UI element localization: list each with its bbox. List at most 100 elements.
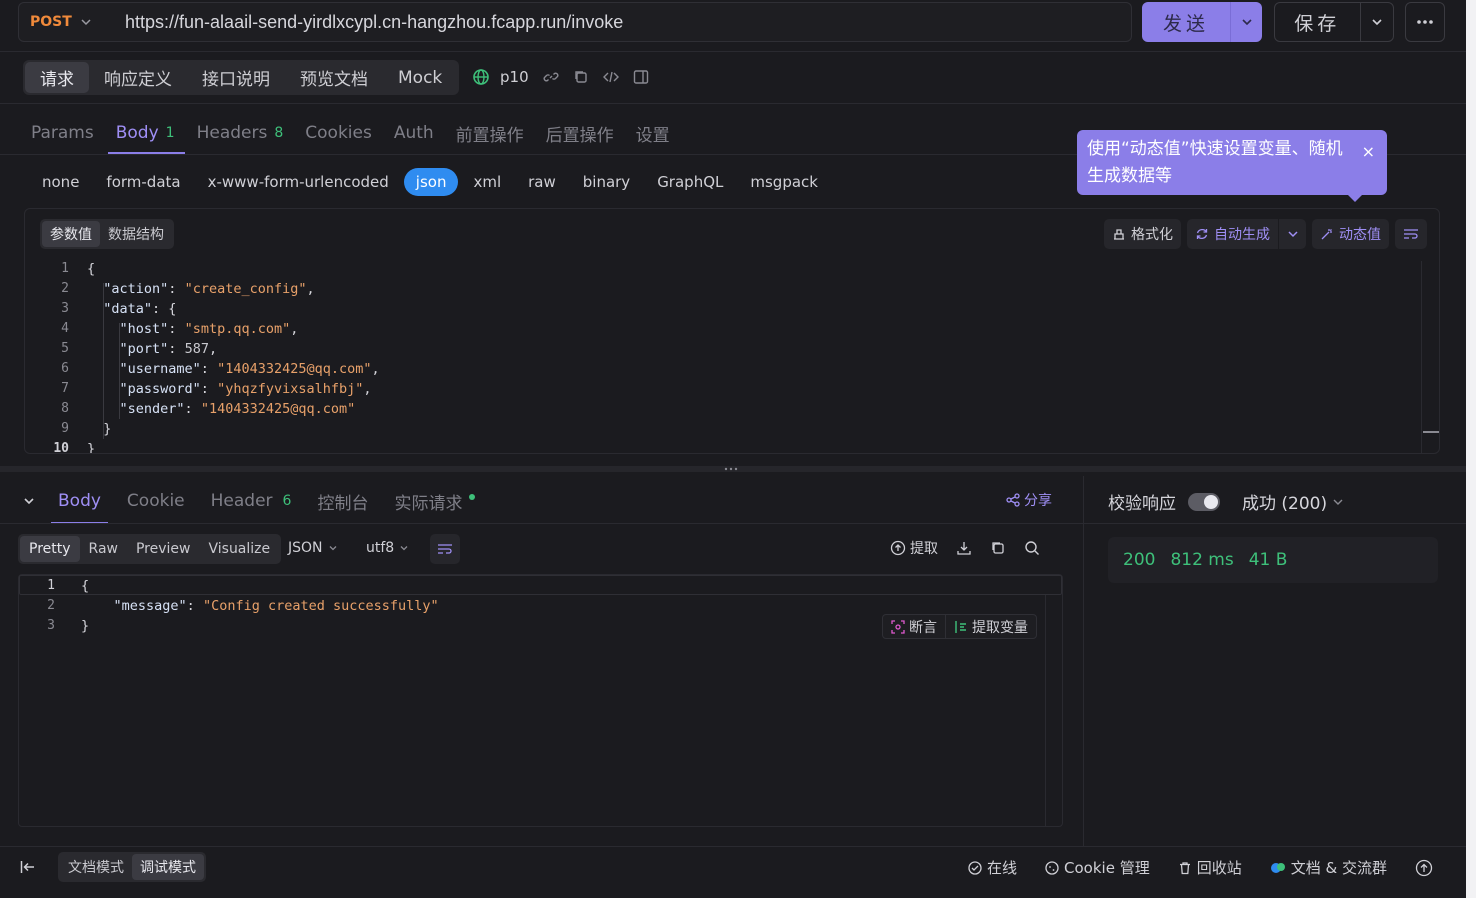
save-dropdown[interactable]: [1359, 3, 1393, 41]
share-button[interactable]: 分享: [1006, 490, 1052, 510]
code-line: "action": "create_config",: [103, 281, 315, 297]
code-line: "username": "1404332425@qq.com",: [119, 361, 380, 377]
resp-tab-actual-request[interactable]: 实际请求: [394, 478, 476, 524]
resp-tab-header[interactable]: Header 6: [211, 478, 292, 524]
recycle-bin[interactable]: 回收站: [1178, 857, 1242, 878]
body-type-raw[interactable]: raw: [516, 168, 568, 196]
line-number: 1: [61, 261, 69, 276]
body-type-binary[interactable]: binary: [571, 168, 642, 196]
verify-response: 校验响应 成功 (200): [1108, 489, 1344, 514]
format-select[interactable]: JSON: [288, 540, 338, 556]
tab-request[interactable]: 请求: [25, 62, 89, 93]
globe-icon[interactable]: [472, 68, 490, 86]
tab-preview-doc[interactable]: 预览文档: [285, 62, 383, 93]
tab-post-operation[interactable]: 后置操作: [546, 112, 614, 154]
auto-generate-dropdown[interactable]: [1278, 219, 1306, 249]
more-button[interactable]: [1405, 2, 1445, 42]
env-name[interactable]: p10: [500, 68, 529, 86]
panel-splitter[interactable]: [0, 466, 1466, 472]
body-type-json[interactable]: json: [403, 168, 459, 196]
copy-icon[interactable]: [990, 540, 1006, 556]
search-icon[interactable]: [1024, 540, 1040, 556]
chevron-down-icon: [1333, 499, 1343, 505]
response-body-viewer[interactable]: 1 2 3 { "message": "Config created succe…: [18, 574, 1063, 827]
body-type-none[interactable]: none: [30, 168, 91, 196]
sidebar-panel-icon[interactable]: [633, 69, 649, 85]
scrollbar-thumb[interactable]: [1423, 431, 1439, 433]
wrap-icon: [438, 544, 452, 554]
encoding-select[interactable]: utf8: [366, 540, 409, 556]
resp-tab-cookie[interactable]: Cookie: [127, 478, 185, 524]
auto-generate-button[interactable]: 自动生成: [1187, 219, 1306, 249]
collapse-chevron-icon[interactable]: [22, 494, 36, 508]
response-vertical-divider[interactable]: [1083, 476, 1084, 846]
tab-mock[interactable]: Mock: [383, 62, 457, 93]
body-count: 1: [165, 125, 175, 141]
assert-button[interactable]: 断言: [883, 615, 945, 638]
chevron-down-icon: [1241, 19, 1252, 26]
collapse-sidebar-icon[interactable]: [20, 860, 36, 874]
request-body-editor: 参数值 数据结构 格式化 自动生成 动态值 1 2 3 4 5 6 7 8 9 …: [24, 208, 1440, 454]
tab-body[interactable]: Body 1: [107, 112, 185, 154]
line-number: 3: [61, 301, 69, 316]
extract-button[interactable]: 提取: [890, 538, 938, 558]
code-icon[interactable]: [602, 69, 619, 85]
tab-settings[interactable]: 设置: [636, 112, 670, 154]
resp-tab-body[interactable]: Body: [51, 478, 108, 524]
editor-scrollbar[interactable]: [1421, 261, 1439, 453]
tab-params[interactable]: Params: [31, 112, 94, 154]
dynamic-value-button[interactable]: 动态值: [1312, 219, 1389, 249]
resp-tab-console[interactable]: 控制台: [317, 478, 368, 524]
view-visualize[interactable]: Visualize: [199, 536, 279, 562]
request-tabs: 请求 响应定义 接口说明 预览文档 Mock: [23, 60, 460, 95]
method-select[interactable]: POST: [19, 3, 109, 41]
body-type-form-data[interactable]: form-data: [94, 168, 192, 196]
debug-mode-button[interactable]: 调试模式: [132, 854, 204, 880]
download-icon[interactable]: [956, 540, 972, 556]
wrap-lines-button[interactable]: [1395, 219, 1427, 249]
view-preview[interactable]: Preview: [127, 536, 200, 562]
code-line: "password": "yhqzfyvixsalhfbj",: [119, 381, 372, 397]
viewer-scrollbar-track[interactable]: [1045, 595, 1046, 826]
body-type-xml[interactable]: xml: [461, 168, 513, 196]
close-icon[interactable]: ×: [1362, 138, 1375, 165]
response-status-select[interactable]: 成功 (200): [1242, 489, 1344, 514]
tab-auth[interactable]: Auth: [394, 112, 434, 154]
verify-label: 校验响应: [1108, 494, 1176, 514]
request-code-area[interactable]: 1 2 3 4 5 6 7 8 9 10 { "action": "create…: [25, 261, 1420, 453]
doc-mode-button[interactable]: 文档模式: [60, 854, 132, 880]
docs-community[interactable]: 文档 & 交流群: [1270, 857, 1387, 878]
body-type-msgpack[interactable]: msgpack: [738, 168, 830, 196]
tab-api-description[interactable]: 接口说明: [187, 62, 285, 93]
url-input[interactable]: [109, 3, 1131, 41]
save-button[interactable]: 保存: [1274, 2, 1394, 42]
send-label: 发送: [1162, 12, 1209, 35]
line-number: 6: [61, 361, 69, 376]
format-button[interactable]: 格式化: [1104, 219, 1181, 249]
cookie-management[interactable]: Cookie 管理: [1045, 857, 1150, 878]
body-type-urlencoded[interactable]: x-www-form-urlencoded: [196, 168, 401, 196]
response-wrap-button[interactable]: [430, 534, 460, 564]
tab-headers[interactable]: Headers 8: [197, 112, 284, 154]
body-type-graphql[interactable]: GraphQL: [645, 168, 735, 196]
online-status[interactable]: 在线: [968, 857, 1017, 878]
status-code: 200: [1123, 550, 1156, 570]
view-pretty[interactable]: Pretty: [20, 536, 80, 562]
seg-param-values[interactable]: 参数值: [42, 221, 100, 247]
link-icon[interactable]: [543, 69, 559, 85]
tab-cookies[interactable]: Cookies: [305, 112, 372, 154]
drag-handle-icon: [724, 467, 738, 471]
dynamic-value-tooltip: 使用“动态值”快速设置变量、随机生成数据等 ×: [1077, 130, 1387, 202]
extract-variable-button[interactable]: 提取变量: [946, 615, 1036, 638]
send-dropdown[interactable]: [1230, 2, 1262, 42]
view-raw[interactable]: Raw: [80, 536, 127, 562]
verify-toggle[interactable]: [1188, 492, 1220, 511]
tab-response-definition[interactable]: 响应定义: [89, 62, 187, 93]
send-button[interactable]: 发送: [1142, 2, 1262, 42]
copy-icon[interactable]: [573, 69, 589, 85]
divider: [0, 103, 1466, 104]
tab-pre-operation[interactable]: 前置操作: [456, 112, 524, 154]
upload-circle-icon[interactable]: [1415, 859, 1433, 877]
seg-data-schema[interactable]: 数据结构: [100, 221, 172, 247]
chevron-down-icon: [81, 19, 91, 26]
